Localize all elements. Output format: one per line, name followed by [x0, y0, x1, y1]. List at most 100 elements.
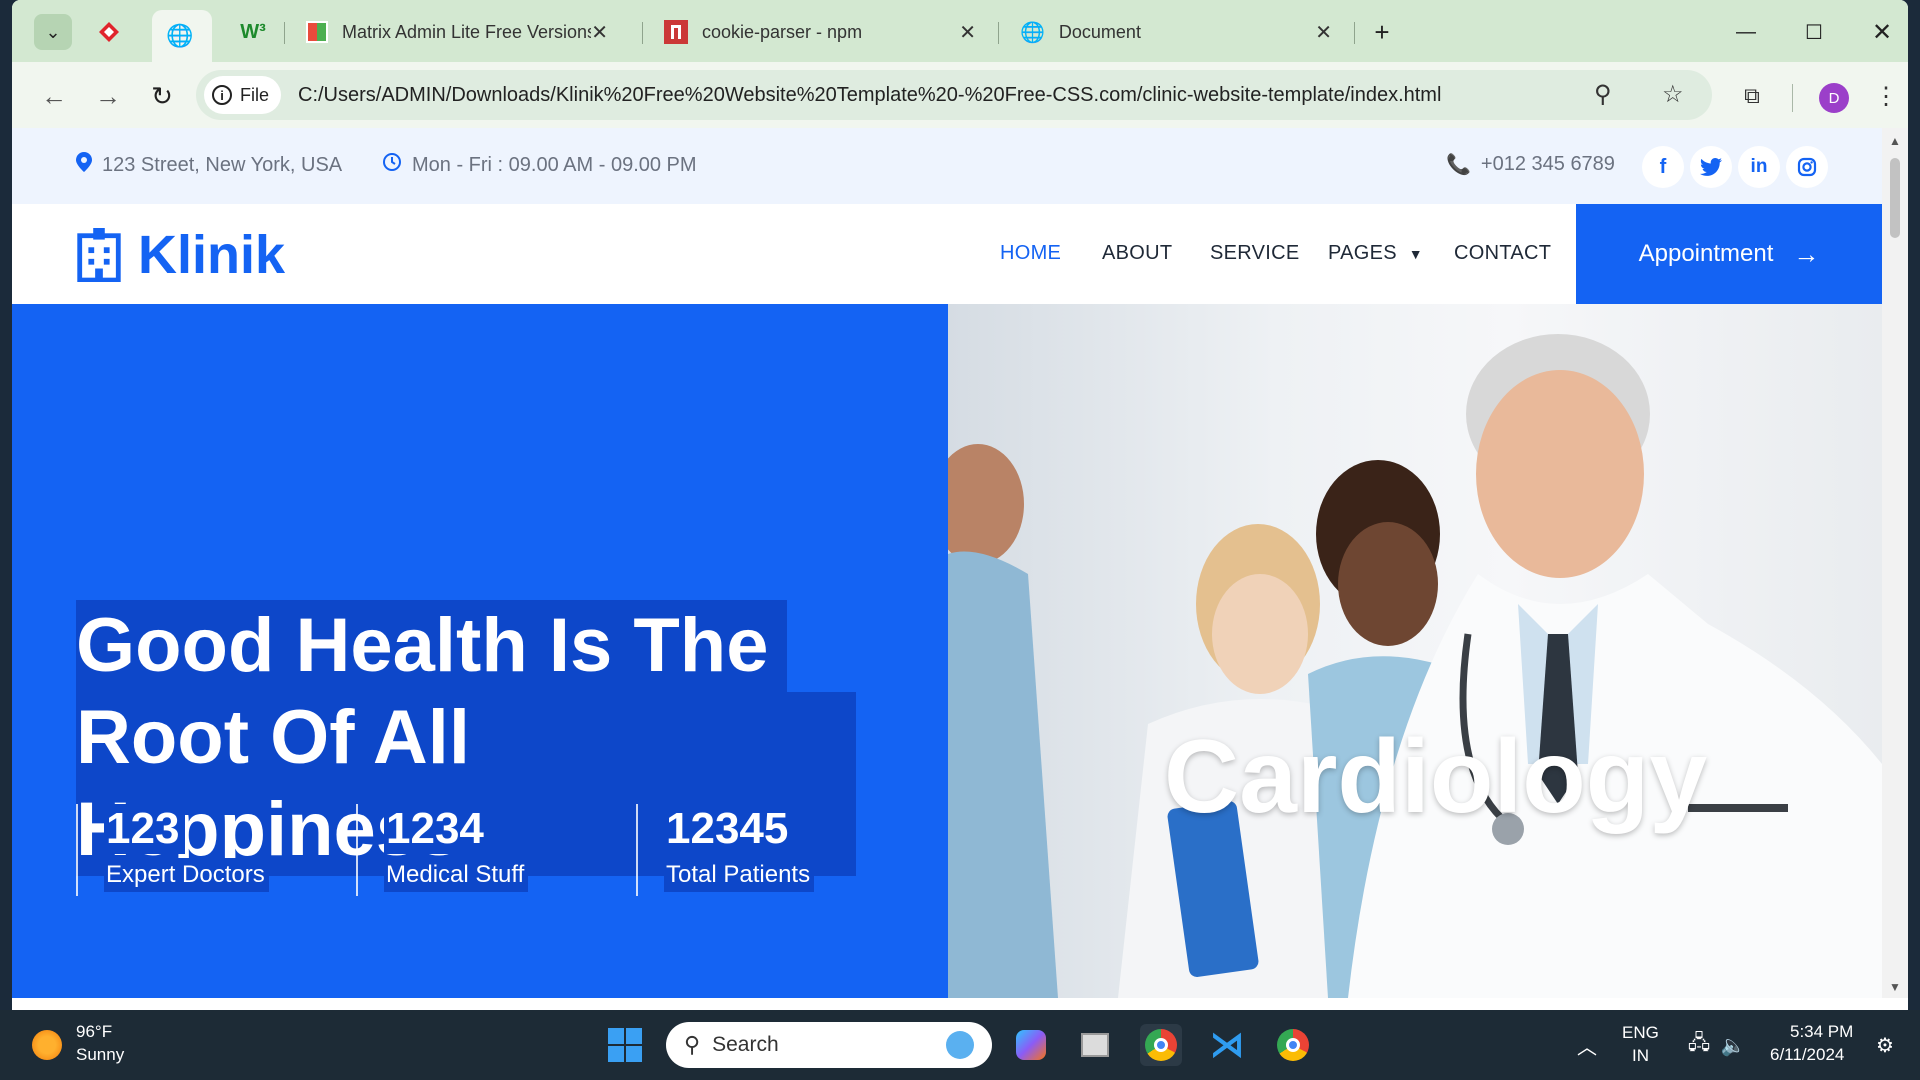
taskbar-search-placeholder: Search: [712, 1033, 779, 1056]
globe-icon: 🌐: [166, 23, 194, 48]
tab-separator: [284, 22, 285, 44]
extensions-puzzle-icon[interactable]: ⧉: [1736, 80, 1768, 112]
page-scrollbar[interactable]: ▲ ▼: [1882, 128, 1908, 998]
twitter-icon[interactable]: [1690, 146, 1732, 188]
reload-icon[interactable]: ↻: [146, 80, 178, 112]
scroll-up-arrow-icon[interactable]: ▲: [1889, 134, 1901, 148]
info-icon: i: [212, 85, 232, 105]
w3-logo-icon: W³: [240, 20, 266, 43]
pinned-tab-app[interactable]: [90, 14, 128, 50]
doctors-photo-illustration: [948, 334, 1882, 998]
phone-icon: 📞: [1446, 154, 1471, 176]
minimize-icon[interactable]: —: [1728, 14, 1764, 50]
vscode-app-icon[interactable]: ⋊: [1206, 1024, 1248, 1066]
start-windows-icon[interactable]: [604, 1024, 646, 1066]
weather-temp[interactable]: 96°F: [76, 1022, 112, 1042]
vscode-icon: ⋊: [1210, 1026, 1244, 1064]
input-region[interactable]: IN: [1632, 1046, 1649, 1066]
input-language[interactable]: ENG: [1622, 1023, 1659, 1043]
hero-photo: [948, 304, 1882, 998]
nav-contact[interactable]: CONTACT: [1454, 242, 1551, 265]
window-stack-icon: [1081, 1033, 1109, 1057]
chevron-down-icon: ▼: [1408, 246, 1423, 262]
close-tab-icon[interactable]: ✕: [591, 20, 608, 45]
tab-document[interactable]: 🌐 Document ✕: [1006, 10, 1346, 54]
chrome-app-icon[interactable]: [1272, 1024, 1314, 1066]
clock-date[interactable]: 6/11/2024: [1770, 1045, 1844, 1065]
task-view-app-icon[interactable]: [1074, 1024, 1116, 1066]
zoom-magnifier-icon[interactable]: ⚲: [1594, 80, 1612, 109]
taskbar-search[interactable]: ⚲ Search: [666, 1022, 992, 1068]
instagram-icon[interactable]: [1786, 146, 1828, 188]
clock-time[interactable]: 5:34 PM: [1790, 1022, 1853, 1042]
chrome-app-icon-active[interactable]: [1140, 1024, 1182, 1066]
copilot-app-icon[interactable]: [1010, 1024, 1052, 1066]
tab-current[interactable]: 🌐: [152, 10, 212, 62]
scroll-down-arrow-icon[interactable]: ▼: [1889, 980, 1901, 994]
stat-patients: 12345 Total Patients: [636, 804, 815, 896]
tab-title: cookie-parser - npm: [702, 21, 863, 42]
chrome-icon: [1145, 1029, 1177, 1061]
forward-arrow-icon[interactable]: →: [92, 80, 124, 112]
site-topbar: 123 Street, New York, USA Mon - Fri : 09…: [12, 128, 1882, 204]
matrix-favicon-icon: [306, 21, 328, 43]
close-tab-icon[interactable]: ✕: [1315, 20, 1332, 45]
address-text: 123 Street, New York, USA: [102, 153, 343, 176]
nav-about[interactable]: ABOUT: [1102, 242, 1172, 265]
appointment-button[interactable]: Appointment →: [1576, 204, 1882, 304]
nav-pages[interactable]: PAGES ▼: [1328, 242, 1423, 265]
linkedin-icon[interactable]: in: [1738, 146, 1780, 188]
scrollbar-thumb[interactable]: [1890, 158, 1900, 238]
maximize-icon[interactable]: ☐: [1796, 14, 1832, 50]
url-text[interactable]: C:/Users/ADMIN/Downloads/Klinik%20Free%2…: [298, 84, 1441, 107]
stat-value: 123: [104, 804, 186, 854]
topbar-phone[interactable]: 📞 +012 345 6789: [1446, 152, 1615, 177]
diamond-logo-icon: [99, 22, 119, 42]
facebook-icon[interactable]: f: [1642, 146, 1684, 188]
nav-pages-label: PAGES: [1328, 242, 1397, 264]
profile-avatar[interactable]: D: [1819, 83, 1849, 113]
site-info-chip[interactable]: i File: [204, 76, 282, 114]
topbar-hours: Mon - Fri : 09.00 AM - 09.00 PM: [382, 152, 697, 178]
tray-chevron-up-icon[interactable]: ︿: [1566, 1024, 1608, 1066]
weather-sun-icon[interactable]: [32, 1030, 62, 1060]
copilot-icon: [1016, 1030, 1046, 1060]
browser-window: ⌄ 🌐 W³ Matrix Admin Lite Free Versions ✕…: [12, 0, 1908, 1010]
notifications-icon[interactable]: ⚙: [1864, 1024, 1906, 1066]
npm-favicon-icon: [664, 20, 688, 44]
new-tab-plus-icon[interactable]: +: [1364, 14, 1400, 50]
menu-kebab-icon[interactable]: ⋮: [1870, 80, 1902, 112]
stat-label: Medical Stuff: [384, 858, 529, 892]
tab-title: Matrix Admin Lite Free Versions: [341, 21, 592, 42]
hero-headline-line1: Good Health Is The: [76, 600, 787, 692]
stat-label: Total Patients: [664, 858, 815, 892]
stat-label: Expert Doctors: [104, 858, 269, 892]
volume-icon[interactable]: 🔈: [1712, 1024, 1754, 1066]
pinned-tab-w3[interactable]: W³: [234, 14, 272, 50]
stat-value: 12345: [664, 804, 795, 854]
site-navbar: Klinik HOME ABOUT SERVICE PAGES ▼ CONTAC…: [12, 204, 1882, 304]
bookmark-star-icon[interactable]: ☆: [1662, 80, 1684, 109]
brand-logo[interactable]: Klinik: [76, 224, 285, 286]
close-tab-icon[interactable]: ✕: [959, 20, 976, 45]
back-arrow-icon[interactable]: ←: [38, 80, 70, 112]
weather-desc[interactable]: Sunny: [76, 1045, 124, 1065]
nav-home[interactable]: HOME: [1000, 242, 1061, 265]
tab-matrix-admin[interactable]: Matrix Admin Lite Free Versions ✕: [292, 10, 622, 54]
close-window-icon[interactable]: ✕: [1864, 14, 1900, 50]
clock-icon: [382, 152, 402, 178]
brand-name: Klinik: [138, 225, 286, 285]
tab-search-chevron-icon[interactable]: ⌄: [34, 14, 72, 50]
tab-cookie-parser[interactable]: cookie-parser - npm ✕: [650, 10, 990, 54]
nav-service[interactable]: SERVICE: [1210, 242, 1300, 265]
phone-text: +012 345 6789: [1480, 153, 1615, 175]
hospital-building-icon: [77, 228, 121, 282]
hero-caption: Cardiology: [1164, 719, 1708, 835]
address-bar[interactable]: i File C:/Users/ADMIN/Downloads/Klinik%2…: [196, 70, 1712, 120]
hours-text: Mon - Fri : 09.00 AM - 09.00 PM: [412, 153, 697, 176]
appointment-label: Appointment: [1638, 240, 1774, 267]
search-icon: ⚲: [684, 1032, 701, 1057]
stat-value: 1234: [384, 804, 490, 854]
site-info-label: File: [240, 84, 270, 105]
page-viewport: 123 Street, New York, USA Mon - Fri : 09…: [12, 128, 1882, 998]
